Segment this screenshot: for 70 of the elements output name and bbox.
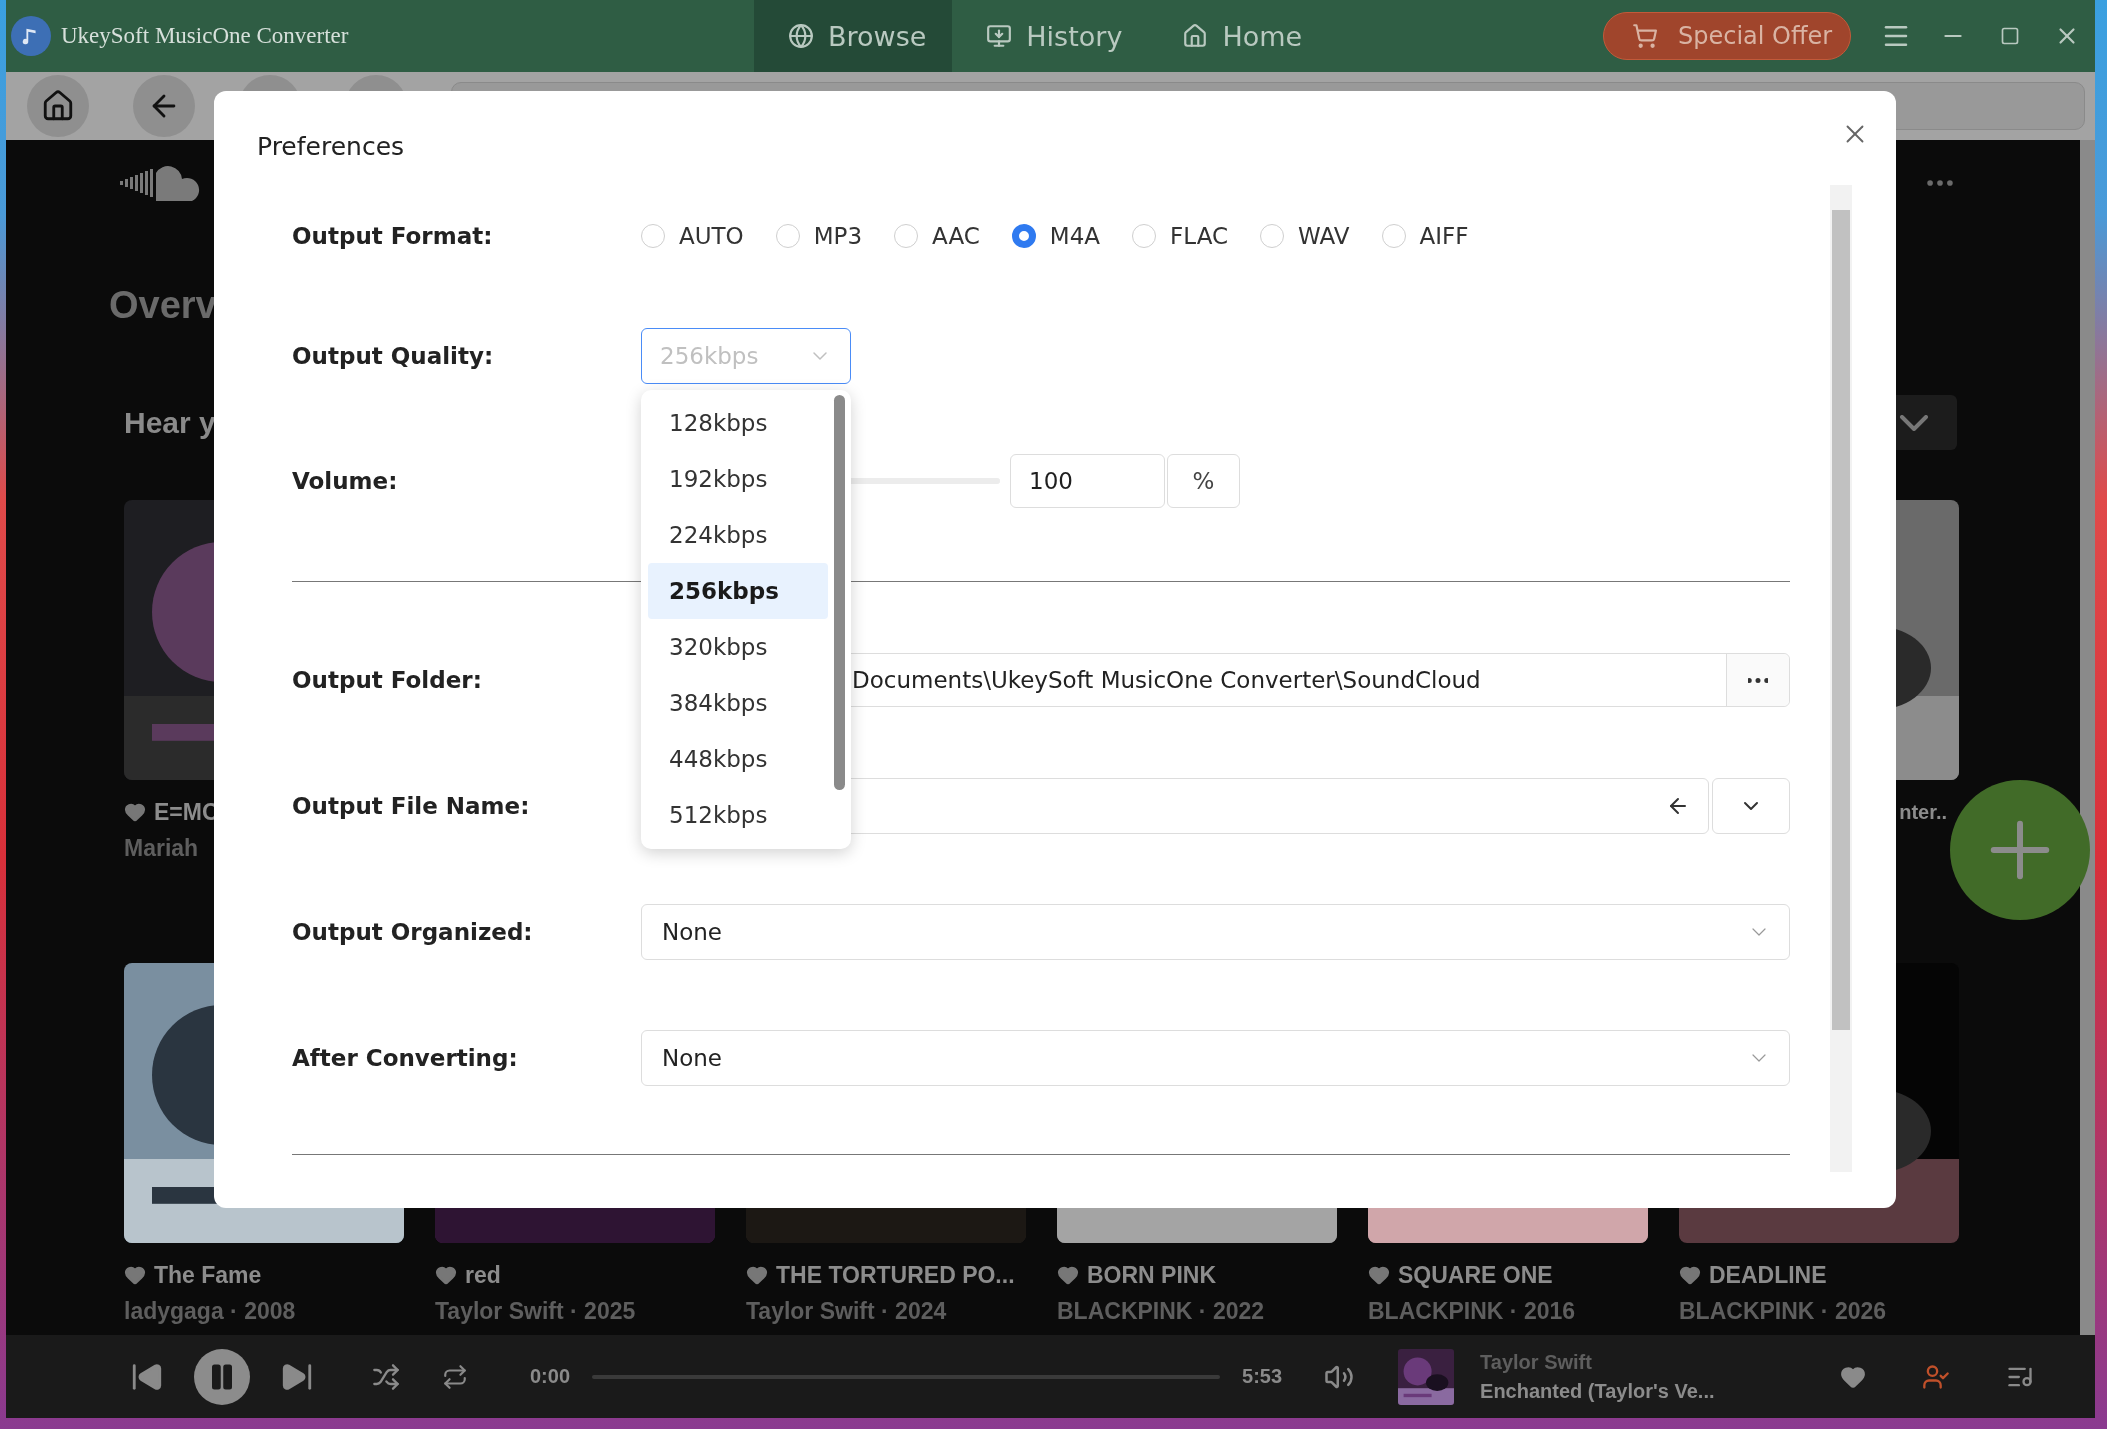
home-icon [1182, 23, 1209, 49]
track-title: Enchanted (Taylor's Ve... [1480, 1379, 1716, 1403]
field-label: Output Organized: [292, 919, 534, 945]
field-label: Volume: [292, 468, 399, 494]
dropdown-option[interactable]: 256kbps [648, 563, 828, 619]
elapsed-time: 0:00 [530, 1365, 571, 1388]
scroll-thumb[interactable] [834, 395, 845, 790]
nav-tab[interactable]: Browse [754, 0, 953, 72]
format-radio[interactable]: WAV [1260, 223, 1350, 249]
field-label: Output Quality: [292, 343, 495, 369]
dropdown-option[interactable]: 512kbps [648, 787, 828, 843]
dropdown-option[interactable]: 448kbps [648, 731, 828, 787]
heart-icon[interactable] [124, 1264, 146, 1286]
format-radio[interactable]: M4A [1011, 223, 1101, 249]
album-title[interactable]: red [465, 1261, 501, 1289]
dropdown-option[interactable]: 224kbps [648, 507, 828, 563]
ellipsis-icon [1748, 677, 1768, 683]
format-radio[interactable]: FLAC [1132, 223, 1229, 249]
heart-icon[interactable] [1679, 1264, 1701, 1286]
album-artist: Mariah [124, 836, 200, 860]
shuffle-button[interactable] [372, 1362, 400, 1391]
format-radio[interactable]: MP3 [775, 223, 863, 249]
app-title: UkeySoft MusicOne Converter [61, 23, 350, 49]
album-title[interactable]: DEADLINE [1709, 1261, 1827, 1289]
format-radio[interactable]: AIFF [1381, 223, 1469, 249]
format-radio[interactable]: AAC [894, 223, 980, 249]
globe-icon [788, 23, 814, 49]
page-heading: Overv [109, 283, 218, 327]
nav-tab[interactable]: History [952, 0, 1149, 72]
album-artist: Taylor Swift · 2024 [746, 1299, 948, 1323]
organized-select[interactable]: None [641, 904, 1790, 960]
nav-tab[interactable]: Home [1148, 0, 1329, 72]
cart-icon [1632, 23, 1658, 49]
album-title[interactable]: THE TORTURED PO... [776, 1261, 1015, 1289]
repeat-button[interactable] [442, 1363, 468, 1390]
track-artist: Taylor Swift [1480, 1350, 1593, 1374]
field-label: Output File Name: [292, 793, 531, 819]
download-icon [986, 23, 1013, 49]
dialog-title: Preferences [257, 131, 406, 163]
album-artist: ladygaga · 2008 [124, 1299, 297, 1323]
album-artist: BLACKPINK · 2016 [1368, 1299, 1577, 1323]
scroll-thumb[interactable] [1832, 210, 1850, 1030]
heart-icon[interactable] [1368, 1264, 1390, 1286]
after-converting-select[interactable]: None [641, 1030, 1790, 1086]
heart-icon[interactable] [124, 801, 146, 823]
duration-time: 5:53 [1242, 1365, 1283, 1388]
home-icon [41, 89, 75, 123]
app-logo [11, 16, 51, 56]
unit-label: % [1167, 454, 1240, 508]
album-artist: BLACKPINK · 2022 [1057, 1299, 1266, 1323]
heart-icon[interactable] [746, 1264, 768, 1286]
chevron-icon [1898, 414, 1929, 431]
dropdown-option[interactable]: 192kbps [648, 451, 828, 507]
field-label: After Converting: [292, 1045, 519, 1071]
field-label: Output Format: [292, 223, 494, 249]
heart-icon[interactable] [1057, 1264, 1079, 1286]
format-radio[interactable]: AUTO [641, 223, 744, 249]
album-title[interactable]: The Fame [154, 1261, 262, 1289]
album-title[interactable]: nter.. [1899, 800, 1947, 824]
heart-icon[interactable] [435, 1264, 457, 1286]
album-artist: Taylor Swift · 2025 [435, 1299, 637, 1323]
album-artist: BLACKPINK · 2026 [1679, 1299, 1888, 1323]
album-title[interactable]: SQUARE ONE [1398, 1261, 1553, 1289]
section-heading: Hear y [124, 405, 216, 440]
album-title[interactable]: BORN PINK [1087, 1261, 1217, 1289]
maximize-icon[interactable] [1999, 26, 2020, 46]
user-icon[interactable] [1922, 1362, 1951, 1391]
volume-input[interactable]: 100 [1010, 454, 1165, 508]
field-label: Output Folder: [292, 667, 483, 693]
dropdown-option[interactable]: 128kbps [648, 395, 828, 451]
